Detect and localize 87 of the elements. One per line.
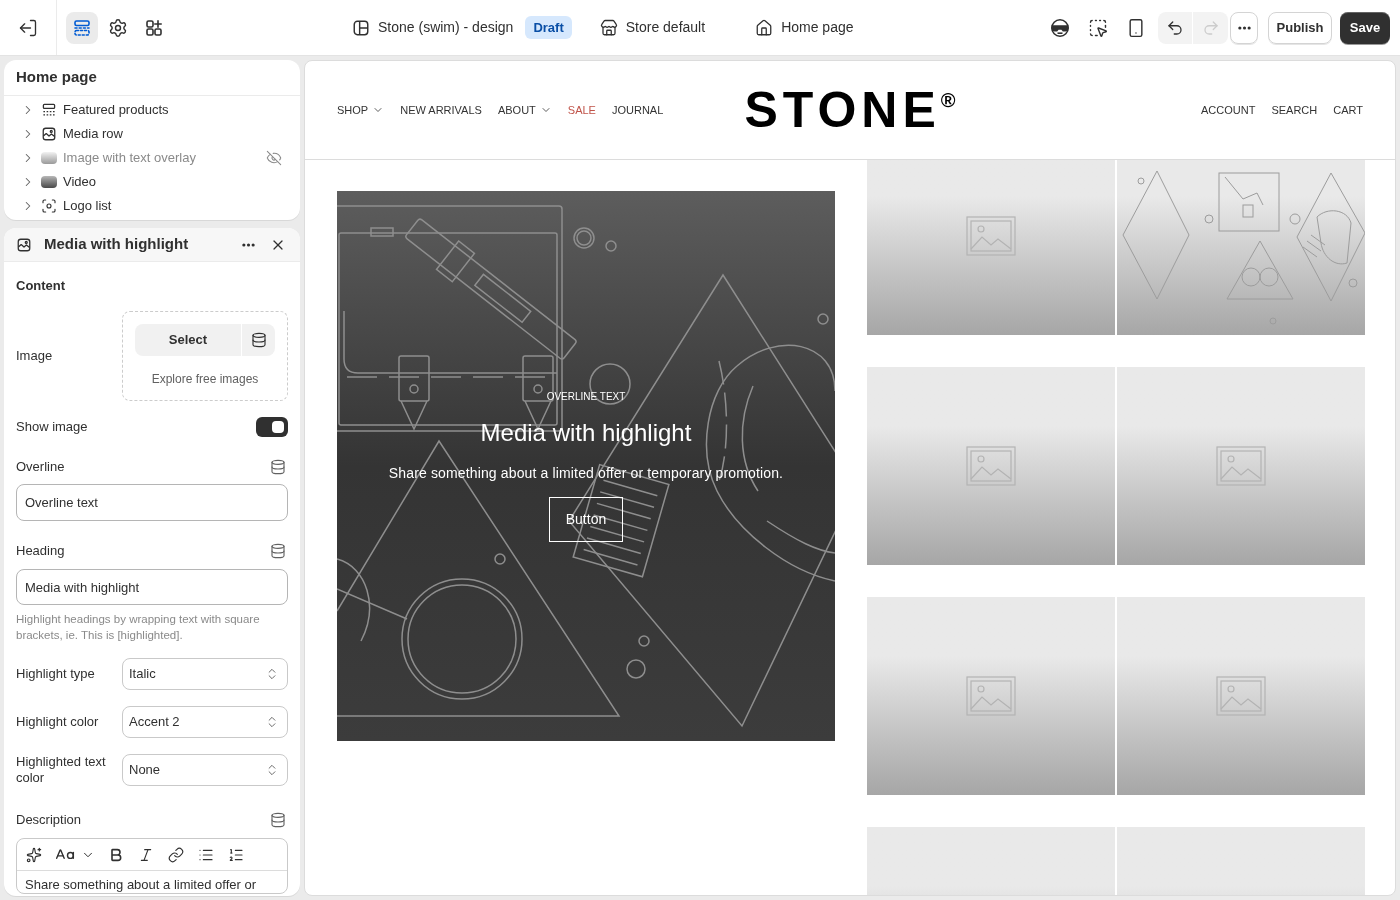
- sections-icon: [72, 17, 92, 38]
- select-field[interactable]: None: [122, 754, 288, 786]
- more-icon: [241, 242, 255, 247]
- store-icon: [599, 18, 618, 37]
- italic-icon: [138, 846, 154, 863]
- page-selector-button[interactable]: Home page: [755, 17, 854, 38]
- hidden-eye-icon[interactable]: [266, 150, 282, 166]
- text-area-field[interactable]: Share something about a limited offer or: [17, 871, 287, 893]
- toggle-knob: [272, 421, 284, 433]
- select-field[interactable]: Accent 2: [122, 706, 288, 738]
- store-logo[interactable]: STONE$^{®}$: [744, 85, 956, 135]
- sections-tab[interactable]: [66, 11, 98, 44]
- store-context-button[interactable]: Store default: [599, 17, 706, 38]
- help-text: Highlight headings by wrapping text with square brackets, ie. This is [highlighted].: [16, 612, 261, 643]
- field-label: Description: [16, 811, 82, 830]
- select-field[interactable]: Italic: [122, 658, 288, 690]
- sparkle-icon: [26, 846, 42, 863]
- field-label: Overline: [16, 458, 65, 477]
- image-placeholder-icon: [966, 216, 1016, 256]
- nav-link[interactable]: SALE: [567, 101, 596, 119]
- undo-icon: [1166, 18, 1184, 37]
- theme-name: Stone (swim) - design: [378, 18, 514, 37]
- dynamic-source-button[interactable]: [268, 457, 288, 477]
- nav-link[interactable]: NEW ARRIVALS: [400, 101, 482, 119]
- section-item[interactable]: Media row: [63, 124, 123, 144]
- publish-button[interactable]: Publish: [1268, 11, 1332, 44]
- field-label: Image: [16, 347, 54, 366]
- hero-button[interactable]: Button: [548, 496, 624, 542]
- hero-description: Share something about a limited offer or temporary promotion.: [388, 463, 784, 483]
- database-icon: [250, 332, 267, 348]
- image-placeholder-icon: [966, 446, 1016, 486]
- nav-link[interactable]: CART: [1333, 101, 1363, 119]
- image-placeholder-icon: [1216, 446, 1266, 486]
- image-icon: [16, 236, 32, 253]
- home-icon: [755, 18, 774, 37]
- hero-heading: Media with highlight: [480, 418, 692, 447]
- image-placeholder-icon: [1216, 676, 1266, 716]
- database-icon: [270, 812, 286, 828]
- bold-icon: [108, 846, 124, 863]
- image-icon: [41, 126, 57, 142]
- group-heading: Content: [16, 277, 67, 295]
- overline-text: OVERLINE TEXT: [546, 390, 626, 403]
- nav-link[interactable]: SEARCH: [1271, 101, 1318, 119]
- apps-icon: [144, 17, 164, 38]
- numbered-list-icon: [228, 846, 244, 863]
- field-label: Highlight color: [16, 714, 100, 730]
- nav-link[interactable]: JOURNAL: [611, 101, 664, 119]
- redo-icon: [1201, 18, 1220, 37]
- settings-icon: [108, 17, 128, 38]
- nav-link[interactable]: ABOUT: [497, 101, 552, 119]
- section-item[interactable]: Image with text overlay: [63, 148, 196, 168]
- section-item[interactable]: Featured products: [63, 100, 169, 120]
- nav-link[interactable]: SHOP: [337, 101, 385, 119]
- more-icon: [1237, 25, 1251, 30]
- select-button[interactable]: Select: [135, 324, 241, 356]
- product-rows-icon: [41, 102, 57, 118]
- photo-thumbnail: [41, 152, 57, 164]
- toggle-switch[interactable]: [256, 417, 288, 437]
- photo-thumbnail: [41, 176, 57, 188]
- nav-link[interactable]: ACCOUNT: [1201, 101, 1256, 119]
- section-item[interactable]: Video: [63, 172, 96, 192]
- save-button[interactable]: Save: [1340, 11, 1390, 44]
- explore-images-link[interactable]: Explore free images: [151, 370, 259, 388]
- database-icon: [270, 459, 286, 475]
- frame-circle-icon: [41, 198, 57, 214]
- database-icon: [270, 543, 286, 559]
- image-placeholder-icon: [966, 676, 1016, 716]
- field-label: Heading: [16, 542, 65, 561]
- panel-title: Home page: [16, 67, 97, 88]
- field-label: Highlight type: [16, 666, 96, 682]
- field-label: Highlighted text color: [16, 754, 107, 786]
- smartphone-icon: [1126, 17, 1146, 38]
- masked-face-icon: [1050, 17, 1070, 38]
- layout-icon: [352, 18, 370, 37]
- status-badge: Draft: [525, 15, 572, 40]
- link-icon: [168, 846, 184, 863]
- dynamic-source-button[interactable]: [268, 810, 288, 830]
- section-item[interactable]: Logo list: [63, 196, 112, 216]
- dashed-pointer-icon: [1088, 17, 1108, 38]
- block-title: Media with highlight: [44, 234, 189, 255]
- field-label: Show image: [16, 418, 88, 437]
- dynamic-source-button[interactable]: [268, 541, 288, 561]
- media-library-button[interactable]: [241, 324, 275, 356]
- text-input[interactable]: Media with highlight: [16, 569, 288, 605]
- text-input[interactable]: Overline text: [16, 484, 288, 521]
- undo-button[interactable]: [1158, 11, 1193, 44]
- exit-icon: [18, 17, 38, 38]
